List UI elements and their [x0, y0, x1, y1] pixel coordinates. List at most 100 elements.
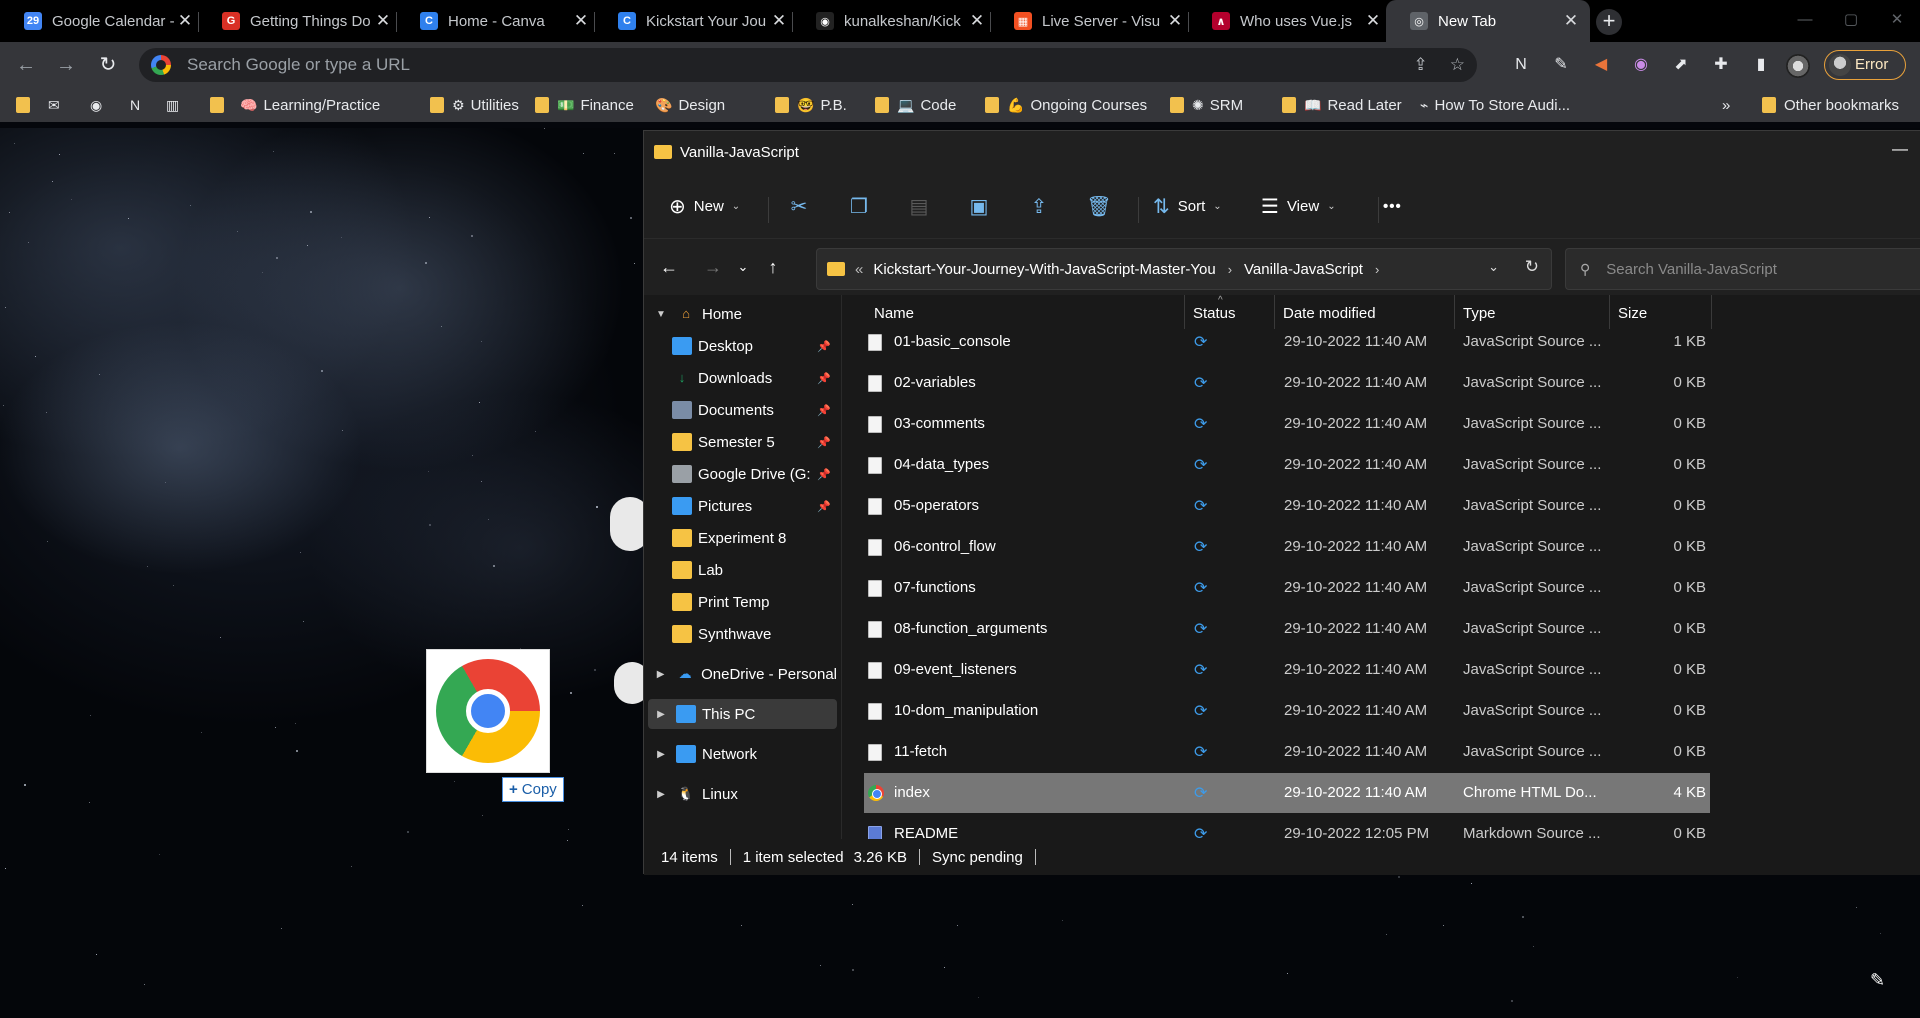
pin-icon[interactable]: 📌	[817, 468, 831, 481]
nav-item[interactable]: Synthwave	[648, 619, 837, 649]
bookmark-item[interactable]: ▥	[166, 94, 185, 116]
close-tab-icon[interactable]: ✕	[1562, 11, 1580, 31]
file-row[interactable]: 09-event_listeners ⟳ 29-10-2022 11:40 AM Ja…	[864, 650, 1710, 690]
column-type[interactable]: Type	[1463, 305, 1496, 322]
file-row[interactable]: 08-function_arguments ⟳ 29-10-2022 11:40 A…	[864, 609, 1710, 649]
bookmark-item[interactable]	[210, 94, 232, 116]
more-options-button[interactable]: •••	[1383, 190, 1402, 222]
browser-tab[interactable]: ◎ New Tab ✕	[1386, 0, 1590, 42]
chevron-right-icon[interactable]: ▶	[654, 709, 668, 720]
nav-item[interactable]: ▶ Network	[648, 739, 837, 769]
chevron-right-icon[interactable]: ▶	[654, 749, 668, 760]
reload-icon[interactable]: ↻	[92, 49, 124, 81]
cut-button[interactable]: ✂	[783, 190, 815, 222]
recent-locations-icon[interactable]: ⌄	[729, 253, 757, 281]
chevron-right-icon[interactable]: ▶	[654, 789, 668, 800]
close-window-icon[interactable]: ✕	[1874, 0, 1920, 42]
notion-extension-icon[interactable]: N	[1510, 54, 1532, 76]
dragged-chrome-icon[interactable]	[426, 649, 550, 773]
view-button[interactable]: ☰ View ⌄	[1261, 190, 1336, 222]
pin-icon[interactable]: 📌	[817, 436, 831, 449]
refresh-icon[interactable]: ↻	[1525, 257, 1539, 277]
bookmark-item[interactable]: »	[1722, 94, 1730, 116]
file-row[interactable]: 05-operators ⟳ 29-10-2022 11:40 AM JavaScri…	[864, 486, 1710, 526]
column-size[interactable]: Size	[1618, 305, 1647, 322]
column-name[interactable]: Name	[874, 305, 914, 322]
column-status[interactable]: Status	[1193, 305, 1236, 322]
bookmark-item[interactable]: ✺ SRM	[1170, 94, 1243, 116]
chevron-down-icon[interactable]: ⌄	[1488, 259, 1499, 275]
send-extension-icon[interactable]: ⬈	[1670, 54, 1692, 76]
up-arrow-icon[interactable]: ↑	[759, 253, 787, 281]
bookmark-item[interactable]: ◉	[90, 94, 108, 116]
file-row[interactable]: README ⟳ 29-10-2022 12:05 PM Markdown Sourc…	[864, 814, 1710, 839]
file-row[interactable]: index ⟳ 29-10-2022 11:40 AM Chrome HTML Do.…	[864, 773, 1710, 813]
bookmark-item[interactable]: 🤓 P.B.	[775, 94, 847, 116]
pin-icon[interactable]: 📌	[817, 340, 831, 353]
bookmark-star-icon[interactable]: ☆	[1450, 55, 1465, 75]
bookmark-item[interactable]: 💵 Finance	[535, 94, 634, 116]
close-tab-icon[interactable]: ✕	[1166, 11, 1184, 31]
wand-extension-icon[interactable]: ✎	[1550, 54, 1572, 76]
file-row[interactable]: 03-comments ⟳ 29-10-2022 11:40 AM JavaScrip…	[864, 404, 1710, 444]
extensions-puzzle-icon[interactable]: ✚	[1710, 54, 1732, 76]
nav-item[interactable]: Google Drive (G: 📌	[648, 459, 837, 489]
file-row[interactable]: 01-basic_console ⟳ 29-10-2022 11:40 AM Java…	[864, 322, 1710, 362]
address-input[interactable]	[187, 55, 1392, 75]
forward-arrow-icon[interactable]: →	[699, 253, 727, 281]
close-tab-icon[interactable]: ✕	[1364, 11, 1382, 31]
nav-item[interactable]: Documents 📌	[648, 395, 837, 425]
file-row[interactable]: 06-control_flow ⟳ 29-10-2022 11:40 AM JavaS…	[864, 527, 1710, 567]
forward-arrow-icon[interactable]: →	[50, 49, 82, 81]
profile-avatar[interactable]	[1786, 54, 1810, 78]
error-button[interactable]: Error	[1824, 50, 1906, 80]
chevron-right-icon[interactable]: ▶	[654, 669, 667, 680]
side-panel-icon[interactable]: ▮	[1750, 54, 1772, 76]
nav-item[interactable]: Experiment 8	[648, 523, 837, 553]
nav-item[interactable]: Print Temp	[648, 587, 837, 617]
breadcrumb-parent[interactable]: Kickstart-Your-Journey-With-JavaScript-M…	[873, 261, 1215, 278]
browser-tab[interactable]: C Home - Canva ✕	[396, 0, 600, 42]
back-arrow-icon[interactable]: ←	[10, 49, 42, 81]
browser-tab[interactable]: C Kickstart Your Jou ✕	[594, 0, 798, 42]
eye-extension-icon[interactable]: ◉	[1630, 54, 1652, 76]
bookmark-item[interactable]: ⌁ How To Store Audi...	[1420, 94, 1570, 116]
bookmark-item[interactable]: N	[130, 94, 146, 116]
pencil-icon[interactable]: ✎	[1870, 970, 1885, 991]
file-row[interactable]: 04-data_types ⟳ 29-10-2022 11:40 AM JavaScr…	[864, 445, 1710, 485]
nav-item[interactable]: Pictures 📌	[648, 491, 837, 521]
nav-item[interactable]: ▶ This PC	[648, 699, 837, 729]
audio-extension-icon[interactable]: ◀	[1590, 54, 1612, 76]
close-tab-icon[interactable]: ✕	[968, 11, 986, 31]
pin-icon[interactable]: 📌	[817, 404, 831, 417]
rename-button[interactable]: ▣	[963, 190, 995, 222]
file-row[interactable]: 02-variables ⟳ 29-10-2022 11:40 AM JavaScri…	[864, 363, 1710, 403]
new-tab-button[interactable]: +	[1596, 9, 1622, 35]
close-tab-icon[interactable]: ✕	[572, 11, 590, 31]
column-divider[interactable]	[1711, 295, 1712, 329]
minimize-icon[interactable]: —	[1782, 0, 1828, 42]
bookmark-item[interactable]: 🧠 Learning/Practice	[240, 94, 380, 116]
breadcrumb-current[interactable]: Vanilla-JavaScript	[1244, 261, 1363, 278]
bookmark-item[interactable]: ✉	[48, 94, 66, 116]
chevron-down-icon[interactable]: ▼	[654, 309, 668, 320]
bookmark-item[interactable]: 💻 Code	[875, 94, 956, 116]
new-button[interactable]: ⊕ New ⌄	[669, 190, 740, 222]
sort-button[interactable]: ⇅ Sort ⌄	[1153, 190, 1222, 222]
nav-item[interactable]: Desktop 📌	[648, 331, 837, 361]
browser-tab[interactable]: 29 Google Calendar - ✕	[0, 0, 204, 42]
overflow-crumb[interactable]: «	[855, 261, 863, 278]
delete-button[interactable]: 🗑	[1083, 190, 1115, 222]
nav-item[interactable]: ↓ Downloads 📌	[648, 363, 837, 393]
nav-item[interactable]: ▶ 🐧 Linux	[648, 779, 837, 809]
close-tab-icon[interactable]: ✕	[374, 11, 392, 31]
address-bar[interactable]: « Kickstart-Your-Journey-With-JavaScript…	[816, 248, 1552, 290]
bookmark-item[interactable]	[16, 94, 38, 116]
nav-item[interactable]: ▶ ☁ OneDrive - Personal	[648, 659, 837, 689]
omnibox[interactable]: ⇪ ☆	[139, 48, 1477, 82]
pin-icon[interactable]: 📌	[817, 500, 831, 513]
minimize-icon[interactable]: —	[1892, 141, 1908, 159]
browser-tab[interactable]: ◉ kunalkeshan/Kick ✕	[792, 0, 996, 42]
browser-tab[interactable]: ▦ Live Server - Visu ✕	[990, 0, 1194, 42]
pin-icon[interactable]: 📌	[817, 372, 831, 385]
